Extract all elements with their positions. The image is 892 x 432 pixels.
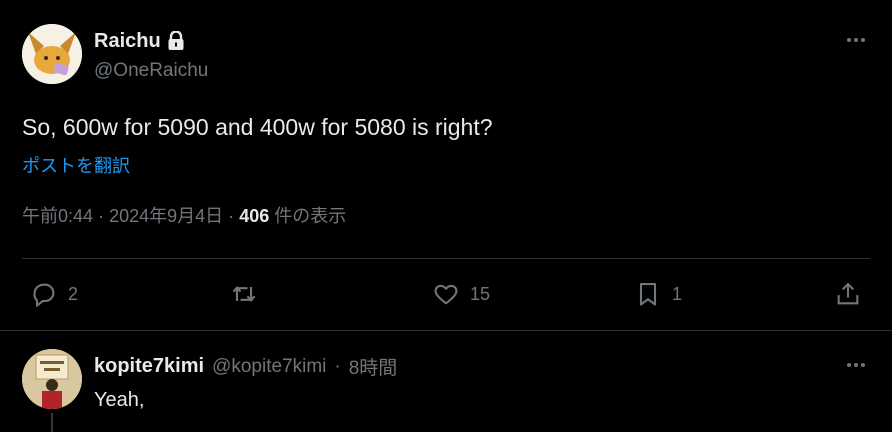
meta-separator: ·	[98, 206, 105, 226]
views-count: 406	[239, 206, 270, 226]
more-options-button[interactable]	[844, 28, 868, 52]
retweet-icon	[232, 285, 256, 303]
reply-more-options-button[interactable]	[844, 353, 868, 377]
bookmark-button[interactable]: 1	[634, 280, 682, 308]
more-horizontal-icon	[847, 38, 865, 42]
share-icon	[837, 282, 859, 305]
tweet-time[interactable]: 午前0:44	[22, 206, 93, 226]
bookmark-icon	[639, 283, 657, 306]
tweet-meta: 午前0:44 · 2024年9月4日 · 406 件の表示	[22, 202, 346, 228]
reply-tweet[interactable]: kopite7kimi @kopite7kimi · 8時間 Yeah,	[0, 331, 892, 432]
reply-text: Yeah,	[94, 389, 145, 411]
tweet-date[interactable]: 2024年9月4日	[109, 206, 223, 226]
reply-separator: ·	[334, 355, 341, 377]
tweet-text: So, 600w for 5090 and 400w for 5080 is r…	[22, 114, 493, 140]
reply-time[interactable]: 8時間	[349, 353, 398, 380]
raichu-avatar-image	[22, 24, 82, 84]
reply-button[interactable]: 2	[30, 280, 78, 308]
divider	[22, 258, 870, 259]
views-label: 件の表示	[269, 206, 347, 226]
author-handle[interactable]: @OneRaichu	[94, 60, 208, 82]
reply-display-name[interactable]: kopite7kimi	[94, 355, 204, 378]
author-avatar[interactable]	[22, 24, 82, 84]
main-tweet: Raichu @OneRaichu So, 600w for 5090 and …	[0, 0, 892, 330]
lock-icon	[167, 30, 185, 51]
thread-line	[51, 413, 53, 432]
heart-icon	[434, 284, 458, 305]
translate-post-link[interactable]: ポストを翻訳	[22, 152, 130, 178]
meta-separator: ·	[228, 206, 235, 226]
tweet-actions: 2 15 1	[0, 270, 892, 318]
retweet-button[interactable]	[230, 280, 268, 308]
bookmark-count: 1	[672, 283, 683, 304]
reply-count: 2	[68, 283, 79, 304]
like-count: 15	[470, 283, 491, 304]
more-horizontal-icon	[847, 363, 865, 367]
reply-handle[interactable]: @kopite7kimi	[212, 356, 326, 378]
author-display-name[interactable]: Raichu	[94, 30, 161, 53]
reply-author-avatar[interactable]	[22, 349, 82, 409]
like-button[interactable]: 15	[432, 280, 490, 308]
share-button[interactable]	[834, 280, 862, 308]
kopite-avatar-image	[22, 349, 82, 409]
reply-bubble-icon	[33, 283, 55, 307]
